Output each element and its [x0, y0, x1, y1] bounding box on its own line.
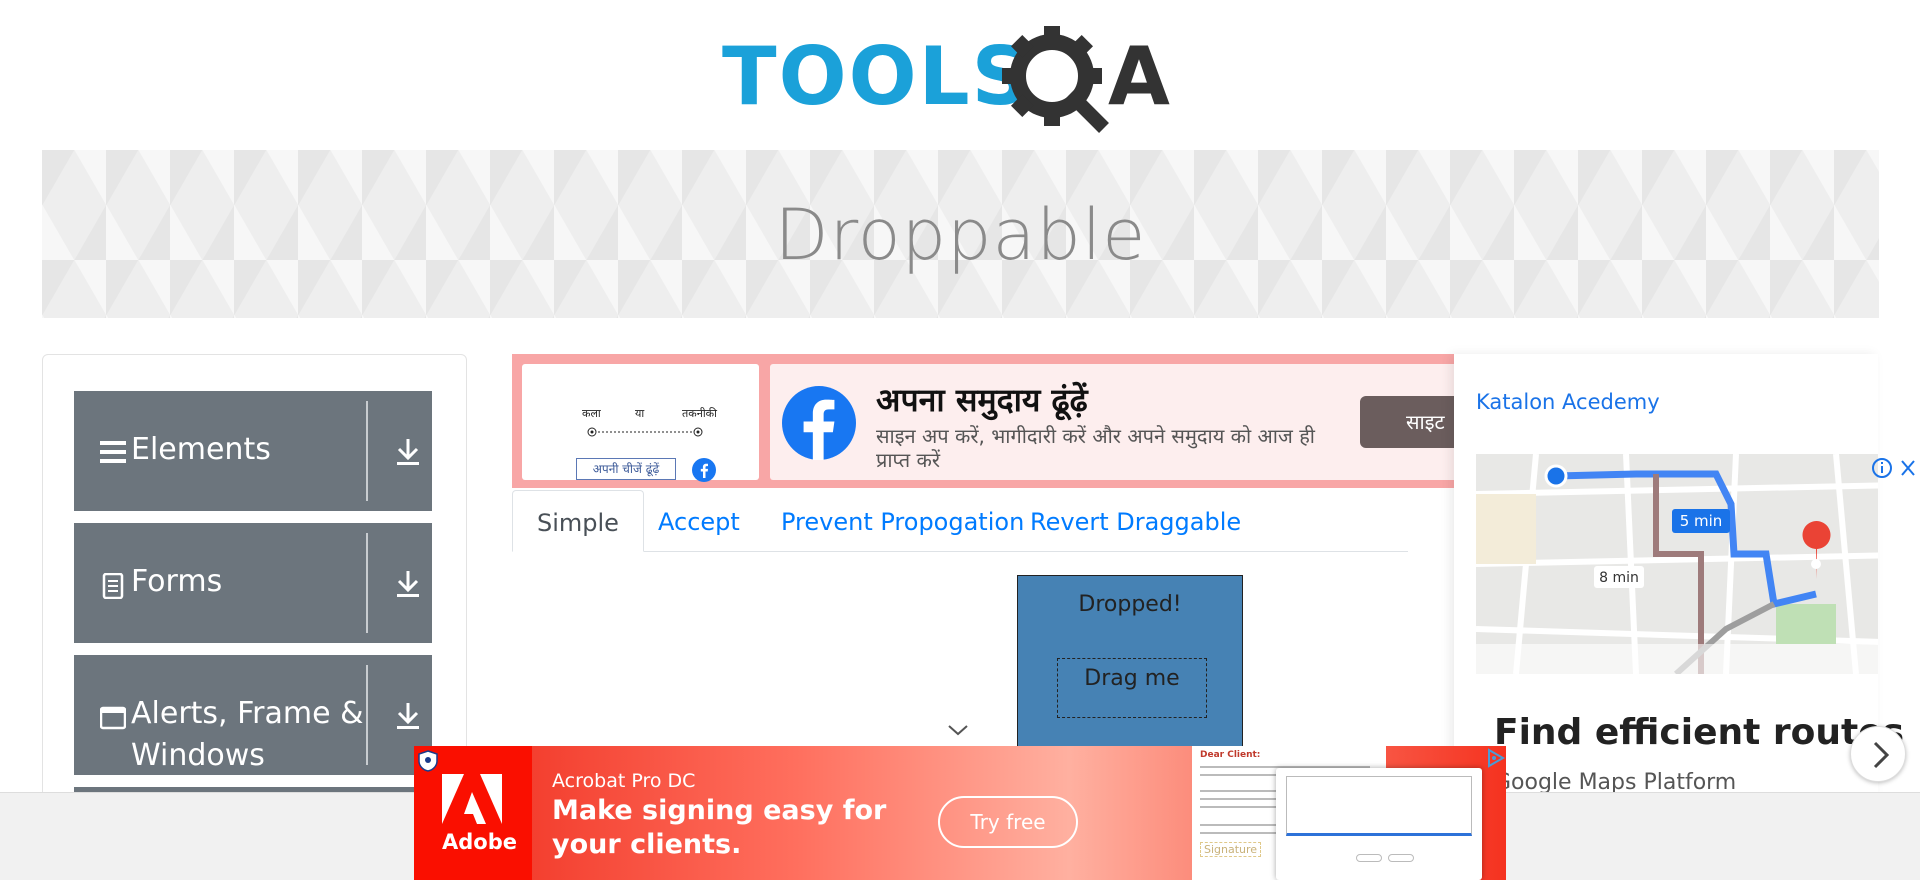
adobe-headline-line1: Make signing easy for — [552, 795, 887, 826]
ad-thumb-button: अपनी चीजें ढूंढ़ें — [576, 458, 676, 480]
group-header-elements[interactable]: Elements — [74, 391, 432, 511]
logo-text-a: A — [1108, 30, 1170, 123]
hamburger-icon — [100, 441, 126, 463]
group-divider — [366, 665, 368, 765]
group-label-line2: Windows — [131, 738, 265, 773]
page-banner: Droppable — [42, 150, 1879, 318]
adobe-ad[interactable]: Adobe Acrobat Pro DC Make signing easy f… — [414, 746, 1506, 880]
ad-thumbnail: कला या तकनीकी अपनी चीजें ढूंढ़ें — [522, 364, 759, 482]
ad-thumb-label: तकनीकी — [682, 407, 717, 420]
download-arrow-icon[interactable] — [394, 569, 422, 599]
tab-bar: Simple Accept Prevent Propogation Revert… — [512, 490, 1408, 552]
ad-body: अपना समुदाय ढूंढ़ें साइन अप करें, भागीदा… — [770, 364, 1454, 480]
page-title: Droppable — [774, 194, 1147, 276]
drop-target[interactable]: Dropped! Drag me — [1017, 575, 1243, 755]
tab-prevent-propogation[interactable]: Prevent Propogation — [757, 490, 1048, 552]
facebook-ad[interactable]: कला या तकनीकी अपनी चीजें ढूंढ़ें अपना सम… — [512, 354, 1454, 488]
logo-text-tools: TOOLS — [722, 30, 1031, 123]
sign-dialog — [1276, 768, 1482, 880]
toolsqa-logo-graphic: TOOLS A — [722, 26, 1170, 133]
toolsqa-logo[interactable]: TOOLS A — [722, 22, 1208, 134]
signature-field: Signature — [1200, 842, 1262, 857]
adobe-a-icon — [442, 774, 502, 824]
ad-cta-button[interactable]: साइट — [1360, 396, 1460, 448]
katalon-link[interactable]: Katalon Acedemy — [1476, 390, 1660, 414]
adobe-headline: Make signing easy for your clients. — [552, 794, 892, 862]
privacy-shield-icon[interactable] — [418, 750, 438, 772]
ad-thumb-label: कला — [582, 407, 601, 420]
ad-title: अपना समुदाय ढूंढ़ें — [876, 381, 1088, 419]
chevron-down-icon[interactable] — [946, 722, 970, 738]
map-label-8min: 8 min — [1599, 570, 1639, 586]
next-arrow-button[interactable] — [1850, 726, 1906, 782]
group-header-forms[interactable]: Forms — [74, 523, 432, 643]
try-free-button[interactable]: Try free — [938, 796, 1078, 848]
tab-accept[interactable]: Accept — [634, 490, 764, 552]
group-divider — [366, 401, 368, 501]
tab-simple[interactable]: Simple — [512, 490, 644, 552]
adobe-headline-line2: your clients. — [552, 829, 742, 860]
group-label: Elements — [131, 432, 271, 467]
map-label-5min: 5 min — [1680, 512, 1723, 530]
page: TOOLS A Droppable Elements Forms Alerts,… — [0, 0, 1920, 880]
group-header-alerts-frame-windows[interactable]: Alerts, Frame & Windows — [74, 655, 432, 775]
ad-info-close-icon[interactable] — [1870, 456, 1920, 480]
ad-thumb-label: या — [635, 407, 645, 420]
dialog-button — [1388, 854, 1414, 862]
group-label: Forms — [131, 564, 223, 599]
drop-target-text: Dropped! — [1078, 592, 1182, 617]
sign-area — [1286, 776, 1472, 836]
chevron-right-icon — [1873, 741, 1890, 769]
dialog-button — [1356, 854, 1382, 862]
adchoices-icon[interactable] — [1486, 748, 1506, 768]
window-icon — [100, 706, 126, 730]
adobe-wordmark: Adobe — [442, 830, 517, 854]
group-divider — [366, 533, 368, 633]
map-illustration: 5 min 8 min — [1476, 454, 1878, 674]
facebook-logo-icon — [782, 386, 856, 460]
download-arrow-icon[interactable] — [394, 437, 422, 467]
group-label-line1: Alerts, Frame & — [131, 696, 364, 731]
ad-headline: Find efficient routes — [1494, 712, 1905, 753]
document-icon — [102, 573, 124, 599]
dotted-slider-graphic — [587, 427, 703, 437]
document-greeting: Dear Client: — [1200, 750, 1261, 760]
tab-revert-draggable[interactable]: Revert Draggable — [1006, 490, 1265, 552]
download-arrow-icon[interactable] — [394, 701, 422, 731]
ad-subtitle: साइन अप करें, भागीदारी करें और अपने समुद… — [876, 424, 1315, 472]
facebook-small-icon — [692, 458, 716, 482]
product-name: Acrobat Pro DC — [552, 770, 696, 792]
draggable-box[interactable]: Drag me — [1057, 658, 1207, 718]
